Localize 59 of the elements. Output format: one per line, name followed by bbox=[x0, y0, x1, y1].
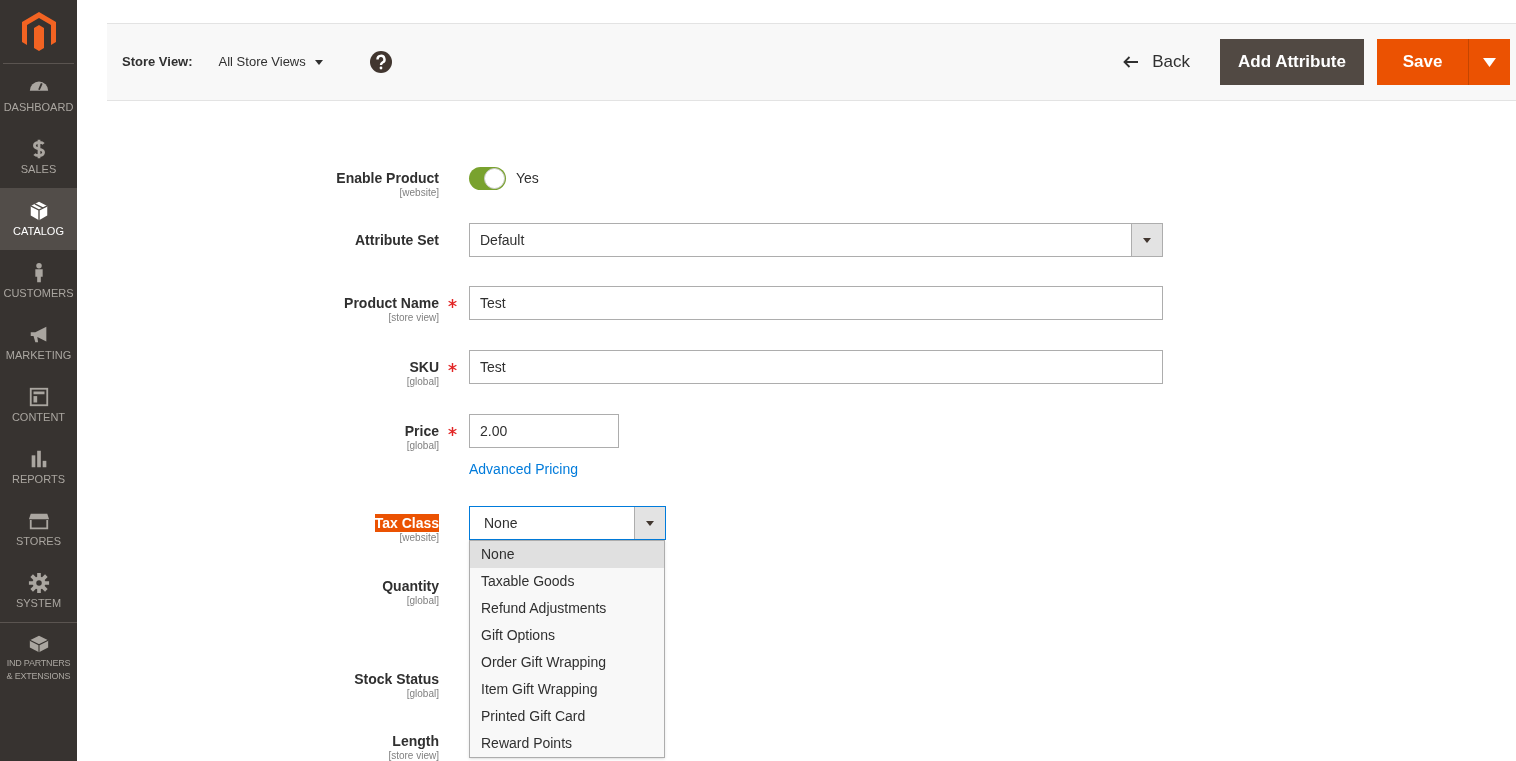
field-label: Price bbox=[404, 422, 439, 440]
scope-label: [store view] bbox=[388, 750, 439, 761]
select-field[interactable]: None bbox=[469, 506, 666, 540]
scope-label: [website] bbox=[399, 187, 439, 199]
dropdown-option[interactable]: Reward Points bbox=[470, 730, 664, 757]
sidebar-item[interactable]: CUSTOMERS bbox=[0, 250, 77, 312]
sidebar-item[interactable]: CONTENT bbox=[0, 374, 77, 436]
dropdown-option[interactable]: Item Gift Wrapping bbox=[470, 676, 664, 703]
caret-icon bbox=[1483, 57, 1496, 67]
dropdown-option[interactable]: Order Gift Wrapping bbox=[470, 649, 664, 676]
logo-icon[interactable] bbox=[21, 11, 56, 52]
sidebar-item[interactable]: MARKETING bbox=[0, 312, 77, 374]
dropdown-option[interactable]: Refund Adjustments bbox=[470, 595, 664, 622]
field-label: Length bbox=[392, 732, 439, 750]
store-view-label: Store View: bbox=[122, 53, 193, 72]
caret-icon bbox=[1143, 237, 1151, 243]
sidebar-item[interactable]: SALES bbox=[0, 126, 77, 188]
scope-label: [website] bbox=[399, 532, 439, 544]
sidebar-item[interactable]: CATALOG bbox=[0, 188, 77, 250]
store-view-switcher[interactable]: All Store Views bbox=[218, 52, 323, 72]
dropdown-option[interactable]: Taxable Goods bbox=[470, 568, 664, 595]
caret-icon bbox=[314, 59, 323, 65]
dropdown-option[interactable]: Printed Gift Card bbox=[470, 703, 664, 730]
field-label: Stock Status bbox=[354, 670, 439, 688]
toggle-switch[interactable] bbox=[469, 167, 506, 190]
layout-icon bbox=[27, 386, 50, 408]
sidebar-item[interactable]: SYSTEM bbox=[0, 560, 77, 622]
field-label: Tax Class bbox=[374, 514, 439, 532]
scope-label: [store view] bbox=[388, 312, 439, 324]
sidebar-item[interactable]: STORES bbox=[0, 498, 77, 560]
back-button[interactable]: Back bbox=[1123, 49, 1190, 75]
select-field[interactable]: Default bbox=[469, 223, 1163, 257]
text-field[interactable]: Test bbox=[469, 350, 1163, 384]
field-label: Product Name bbox=[344, 294, 439, 312]
dropdown-option[interactable]: None bbox=[470, 541, 664, 568]
dropdown-option[interactable]: Gift Options bbox=[470, 622, 664, 649]
scope-label: [global] bbox=[406, 440, 439, 452]
add-attribute-button[interactable]: Add Attribute bbox=[1220, 39, 1364, 85]
scope-label: [global] bbox=[406, 688, 439, 700]
settings-icon bbox=[27, 572, 50, 594]
caret-icon bbox=[646, 520, 654, 526]
help-icon[interactable] bbox=[369, 51, 392, 73]
field-label: Quantity bbox=[382, 577, 439, 595]
field-label: Enable Product bbox=[336, 169, 439, 187]
sidebar-item[interactable]: DASHBOARD bbox=[0, 64, 77, 126]
field-label: Attribute Set bbox=[355, 231, 439, 249]
toggle-value: Yes bbox=[516, 169, 539, 188]
save-options-button[interactable] bbox=[1468, 39, 1510, 85]
advanced-pricing-link[interactable]: Advanced Pricing bbox=[469, 459, 619, 480]
text-field[interactable]: Test bbox=[469, 286, 1163, 320]
scope-label: [global] bbox=[406, 376, 439, 388]
save-button[interactable]: Save bbox=[1377, 39, 1468, 85]
sidebar-item[interactable]: IND PARTNERS & EXTENSIONS bbox=[0, 622, 77, 692]
text-field[interactable]: 2.00 bbox=[469, 414, 619, 448]
box-icon bbox=[27, 200, 50, 222]
field-label: SKU bbox=[409, 358, 439, 376]
sidebar-item[interactable]: REPORTS bbox=[0, 436, 77, 498]
scope-label: [global] bbox=[406, 595, 439, 607]
arrow-left-icon bbox=[1123, 56, 1139, 68]
